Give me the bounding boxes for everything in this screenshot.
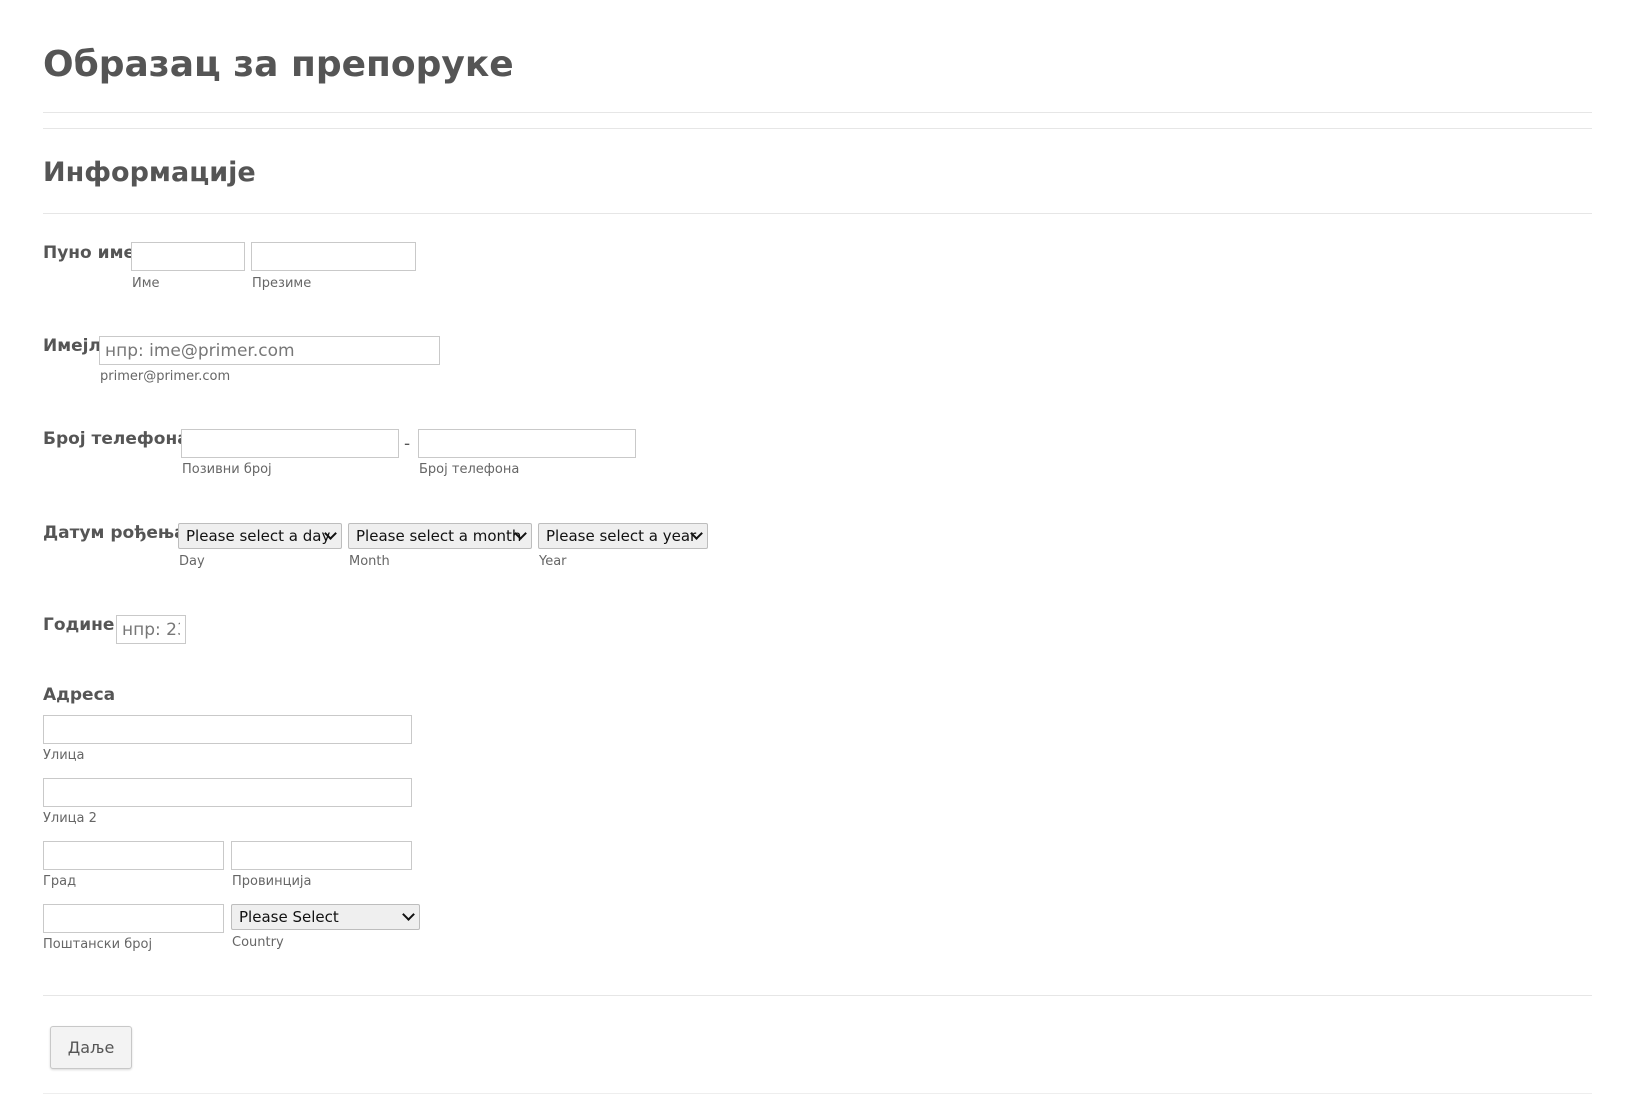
divider [43,213,1592,214]
province-input[interactable] [231,841,412,870]
phone-label: Број телефона [43,429,189,449]
email-sublabel: primer@primer.com [100,369,231,384]
first-name-input[interactable] [131,242,245,271]
country-select-value: Please Select [239,908,339,926]
phone-number-sublabel: Број телефона [419,462,520,477]
street2-input[interactable] [43,778,412,807]
city-input[interactable] [43,841,224,870]
year-select[interactable]: Please select a year [538,523,708,549]
email-input[interactable] [99,336,440,365]
street-input[interactable] [43,715,412,744]
country-sublabel: Country [232,935,284,950]
street-sublabel: Улица [43,748,85,763]
last-name-sublabel: Презиме [252,276,312,291]
day-sublabel: Day [179,554,205,569]
chevron-down-icon [402,908,415,921]
year-sublabel: Year [539,554,567,569]
form-title: Образац за препоруке [43,44,514,85]
address-label: Адреса [43,685,116,705]
last-name-input[interactable] [251,242,416,271]
divider [43,112,1592,113]
age-input[interactable] [116,615,186,644]
age-label: Године: [43,615,122,635]
postal-code-input[interactable] [43,904,224,933]
phone-number-input[interactable] [418,429,636,458]
province-sublabel: Провинција [232,874,312,889]
full-name-label: Пуно име [43,243,135,263]
day-select[interactable]: Please select a day [178,523,342,549]
postal-code-sublabel: Поштански број [43,937,153,952]
month-select-value: Please select a month [356,527,522,545]
phone-separator: - [404,434,411,454]
divider [43,128,1592,129]
divider [43,995,1592,996]
email-label: Имејл [43,336,101,356]
day-select-value: Please select a day [186,527,331,545]
section-title: Информације [43,157,256,188]
street2-sublabel: Улица 2 [43,811,97,826]
year-select-value: Please select a year [546,527,697,545]
first-name-sublabel: Име [132,276,160,291]
next-button[interactable]: Даље [50,1026,132,1069]
area-code-input[interactable] [181,429,399,458]
month-select[interactable]: Please select a month [348,523,532,549]
month-sublabel: Month [349,554,390,569]
country-select[interactable]: Please Select [231,904,420,930]
birth-date-label: Датум рођења [43,523,186,543]
area-code-sublabel: Позивни број [182,462,272,477]
city-sublabel: Град [43,874,77,889]
